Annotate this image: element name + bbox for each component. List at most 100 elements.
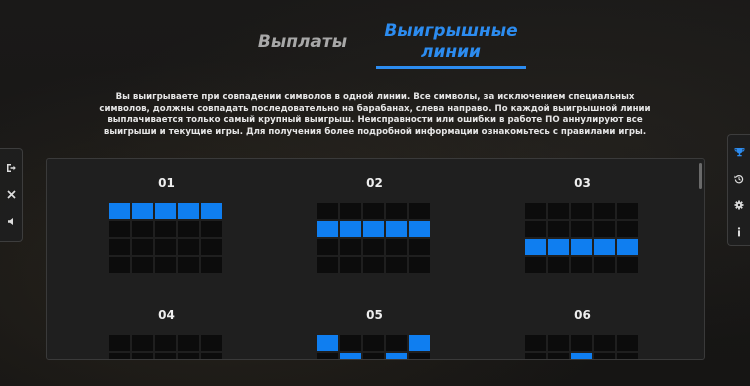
payline-cell	[386, 335, 407, 351]
scrollbar[interactable]	[699, 163, 702, 189]
payline-cell	[363, 203, 384, 219]
payline-cell	[155, 335, 176, 351]
payline-cell	[317, 353, 338, 359]
payline-cell	[363, 335, 384, 351]
payline-cell-active	[109, 203, 130, 219]
payline-cell	[340, 335, 361, 351]
payline-grid	[109, 203, 224, 273]
payline-cell-active	[317, 335, 338, 351]
history-button[interactable]	[728, 166, 750, 193]
payline-grid	[525, 335, 640, 359]
payline-cell	[363, 353, 384, 359]
sound-button[interactable]	[0, 208, 22, 235]
tab-payouts[interactable]: Выплаты	[255, 32, 350, 53]
payline-cell	[525, 335, 546, 351]
payline-cell-active	[525, 239, 546, 255]
right-side-panel	[727, 134, 750, 246]
payline-cell-active	[571, 353, 592, 359]
history-icon	[734, 174, 744, 184]
payline-cell	[317, 257, 338, 273]
payline-card: 06	[525, 307, 640, 359]
payline-cell	[178, 335, 199, 351]
payline-cell	[317, 203, 338, 219]
payline-cell	[571, 335, 592, 351]
payline-cell	[132, 221, 153, 237]
payline-cell	[548, 203, 569, 219]
payline-cell	[386, 257, 407, 273]
payline-cell	[525, 203, 546, 219]
payline-cell	[548, 353, 569, 359]
payline-cell	[617, 203, 638, 219]
payline-cell	[155, 239, 176, 255]
payline-cell	[594, 257, 615, 273]
payline-cell	[155, 221, 176, 237]
payline-number: 01	[158, 176, 175, 190]
payline-cell	[617, 257, 638, 273]
paylines-panel[interactable]: 01 02 03 04 05 06	[46, 158, 705, 360]
payline-cell	[594, 335, 615, 351]
payline-cell-active	[594, 239, 615, 255]
payline-number: 03	[574, 176, 591, 190]
payline-cell-active	[317, 221, 338, 237]
payline-cell	[109, 335, 130, 351]
payline-cell-active	[386, 353, 407, 359]
tab-bar: Выплаты Выигрышные линии	[0, 0, 750, 80]
payline-cell	[525, 353, 546, 359]
payline-cell-active	[363, 221, 384, 237]
payline-cell-active	[340, 353, 361, 359]
payline-cell	[571, 203, 592, 219]
payline-cell	[525, 221, 546, 237]
payline-cell	[109, 221, 130, 237]
payline-cell	[571, 257, 592, 273]
payline-cell	[548, 257, 569, 273]
payline-cell	[132, 353, 153, 359]
payline-cell	[109, 257, 130, 273]
payline-cell-active	[178, 203, 199, 219]
payline-cell	[594, 353, 615, 359]
payline-grid	[525, 203, 640, 273]
settings-button[interactable]	[728, 192, 750, 219]
payline-cell-active	[132, 203, 153, 219]
payline-cell-active	[340, 221, 361, 237]
close-button[interactable]	[0, 181, 22, 208]
payline-cell	[409, 239, 430, 255]
payline-grid	[317, 203, 432, 273]
payline-grid	[109, 335, 224, 359]
payline-card: 03	[525, 175, 640, 273]
payline-cell-active	[409, 221, 430, 237]
payline-card: 02	[317, 175, 432, 273]
payline-card: 04	[109, 307, 224, 359]
payline-cell	[525, 257, 546, 273]
payline-cell	[548, 335, 569, 351]
left-side-panel	[0, 148, 23, 242]
rules-description: Вы выигрываете при совпадении символов в…	[99, 92, 651, 137]
payline-cell	[340, 257, 361, 273]
info-icon	[737, 227, 741, 237]
payline-cell	[132, 335, 153, 351]
payline-cell	[571, 221, 592, 237]
payline-number: 04	[158, 308, 175, 322]
payline-cell	[201, 239, 222, 255]
payline-cell	[548, 221, 569, 237]
payline-cell-active	[409, 335, 430, 351]
payline-cell	[363, 239, 384, 255]
payline-cell	[201, 335, 222, 351]
payline-cell	[178, 221, 199, 237]
info-button[interactable]	[728, 219, 750, 246]
payline-cell	[594, 203, 615, 219]
paylines-button[interactable]	[728, 139, 750, 166]
payline-cell	[178, 257, 199, 273]
payline-cell	[617, 353, 638, 359]
payline-cell	[594, 221, 615, 237]
payline-cell	[132, 239, 153, 255]
sound-icon	[7, 218, 13, 225]
payline-cell	[178, 353, 199, 359]
payline-cell	[617, 221, 638, 237]
tab-paylines[interactable]: Выигрышные линии	[377, 21, 525, 63]
payline-grid	[317, 335, 432, 359]
payline-number: 02	[366, 176, 383, 190]
active-tab-underline	[376, 66, 526, 69]
exit-button[interactable]	[0, 154, 22, 181]
payline-cell-active	[571, 239, 592, 255]
payline-cell	[109, 239, 130, 255]
